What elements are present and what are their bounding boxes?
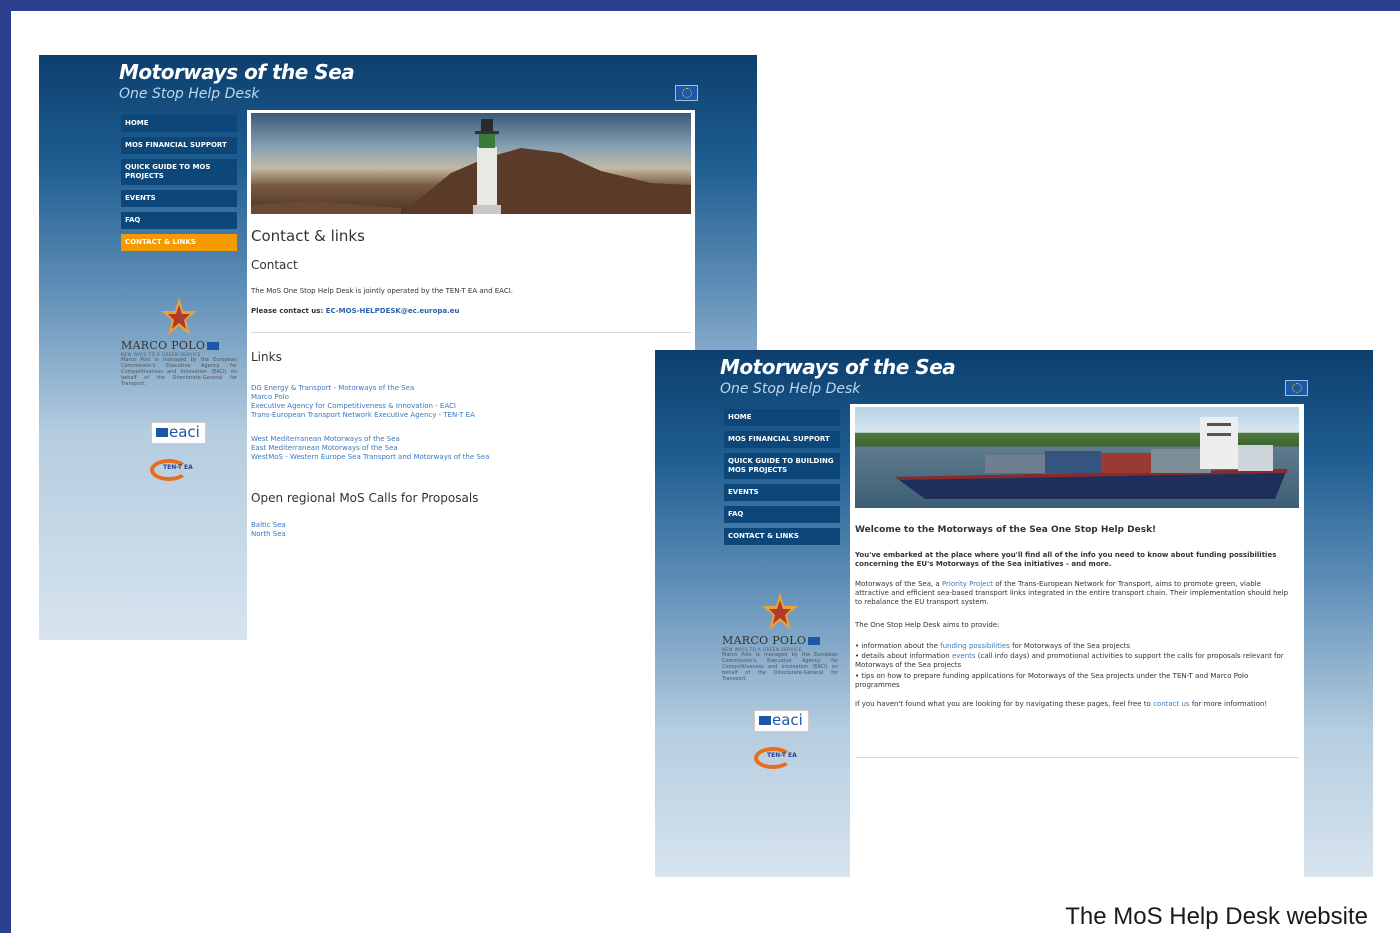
bullet-funding-text-a: • information about the [855,642,941,650]
nav-item-home[interactable]: HOME [724,409,840,426]
eaci-logo-text: eaci [772,711,803,729]
bullet-funding-text-b: for Motorways of the Sea projects [1009,642,1131,650]
contact-row: Please contact us: EC-MOS-HELPDESK@ec.eu… [251,307,460,316]
welcome-heading: Welcome to the Motorways of the Sea One … [855,525,1157,535]
contact-us-link[interactable]: contact us [1153,700,1190,708]
links-heading: Links [251,350,282,364]
contact-heading: Contact [251,258,298,272]
site-title: Motorways of the Sea [720,355,956,379]
link-west-med[interactable]: West Mediterranean Motorways of the Sea [251,435,400,444]
link-north-sea[interactable]: North Sea [251,530,286,539]
marco-polo-logo[interactable]: MARCO POLO NEW WAYS TO A GREEN SERVICE M… [722,590,838,682]
content-area: Welcome to the Motorways of the Sea One … [850,404,1304,877]
link-eaci[interactable]: Executive Agency for Competitiveness & I… [251,402,456,411]
para-contact-text-a: If you haven't found what you are lookin… [855,700,1154,708]
eaci-logo[interactable]: eaci [754,710,809,732]
tent-ea-logo[interactable]: TEN-T EA [754,743,798,773]
para-aims: The One Stop Help Desk aims to provide: [855,621,1000,629]
link-westmos[interactable]: WestMoS - Western Europe Sea Transport a… [251,453,489,462]
screenshot-contact-page: Motorways of the Sea One Stop Help Desk … [39,55,757,640]
eu-flag-small-icon [759,716,771,725]
eu-flag-small-icon [156,428,168,437]
hero-image-lighthouse [251,113,691,214]
nav-item-financial-support[interactable]: MOS FINANCIAL SUPPORT [724,431,840,448]
para-mos: Motorways of the Sea, a Priority Project… [855,580,1295,607]
screenshot-home-page: Motorways of the Sea One Stop Help Desk … [655,350,1373,877]
marco-polo-star-icon [762,592,798,630]
nav-item-financial-support[interactable]: MOS FINANCIAL SUPPORT [121,137,237,154]
eu-flag-small-icon [808,637,821,645]
nav-item-events[interactable]: EVENTS [724,484,840,501]
link-tent-ea[interactable]: Trans-European Transport Network Executi… [251,411,475,420]
para-contact: If you haven't found what you are lookin… [855,700,1295,709]
marco-polo-star-icon [161,297,197,335]
eaci-logo-text: eaci [169,423,200,441]
bullet-funding: • information about the funding possibil… [855,642,1295,651]
nav-item-faq[interactable]: FAQ [121,212,237,229]
marco-polo-name: MARCO POLO [121,339,206,352]
marco-polo-logo[interactable]: MARCO POLO NEW WAYS TO A GREEN SERVICE M… [121,295,237,387]
frame-top-border [0,0,1400,11]
contact-email-link[interactable]: EC-MOS-HELPDESK@ec.europa.eu [326,307,460,315]
main-nav: HOME MOS FINANCIAL SUPPORT QUICK GUIDE T… [724,409,840,550]
nav-item-quick-guide[interactable]: QUICK GUIDE TO MOS PROJECTS [121,159,237,185]
divider [855,757,1299,758]
contact-text: The MoS One Stop Help Desk is jointly op… [251,287,514,295]
events-link[interactable]: events [952,652,976,660]
intro-text: You've embarked at the place where you'l… [855,551,1277,568]
tent-logo-text: TEN-T EA [767,752,797,759]
nav-item-faq[interactable]: FAQ [724,506,840,523]
main-nav: HOME MOS FINANCIAL SUPPORT QUICK GUIDE T… [121,115,237,256]
eaci-logo[interactable]: eaci [151,422,206,444]
site-subtitle: One Stop Help Desk [720,381,861,397]
site-subtitle: One Stop Help Desk [119,86,260,102]
para-contact-text-b: for more information! [1189,700,1268,708]
bullet-events-text-a: • details about information [855,652,952,660]
tent-logo-text: TEN-T EA [163,464,193,471]
lighthouse-illustration [251,119,691,214]
contact-label: Please contact us: [251,307,324,315]
eu-flag-icon[interactable] [675,85,698,101]
nav-item-contact-links[interactable]: CONTACT & LINKS [724,528,840,545]
divider [251,332,691,333]
link-baltic-sea[interactable]: Baltic Sea [251,521,286,530]
bullet-events: • details about information events (call… [855,652,1295,670]
link-dg-energy[interactable]: DG Energy & Transport - Motorways of the… [251,384,414,393]
frame-left-border [0,0,11,933]
link-east-med[interactable]: East Mediterranean Motorways of the Sea [251,444,398,453]
nav-item-quick-guide[interactable]: QUICK GUIDE TO BUILDING MOS PROJECTS [724,453,840,479]
container-ship-illustration [895,417,1287,499]
marco-polo-description: Marco Polo is managed by the European Co… [121,357,237,387]
priority-project-link[interactable]: Priority Project [942,580,993,588]
link-marco-polo[interactable]: Marco Polo [251,393,289,402]
page-heading: Contact & links [251,227,365,245]
site-title: Motorways of the Sea [119,60,355,84]
content-area: Contact & links Contact The MoS One Stop… [247,110,695,640]
nav-item-home[interactable]: HOME [121,115,237,132]
eu-flag-icon[interactable] [1285,380,1308,396]
calls-heading: Open regional MoS Calls for Proposals [251,491,479,505]
marco-polo-name: MARCO POLO [722,634,807,647]
para-mos-text-a: Motorways of the Sea, a [855,580,942,588]
tent-ea-logo[interactable]: TEN-T EA [150,455,194,485]
hero-image-container-ship [855,407,1299,508]
funding-possibilities-link[interactable]: funding possibilities [940,642,1010,650]
figure-caption: The MoS Help Desk website [1065,903,1368,930]
bullet-tips: • tips on how to prepare funding applica… [855,672,1249,689]
eu-flag-small-icon [207,342,220,350]
nav-item-events[interactable]: EVENTS [121,190,237,207]
nav-item-contact-links[interactable]: CONTACT & LINKS [121,234,237,251]
marco-polo-description: Marco Polo is managed by the European Co… [722,652,838,682]
